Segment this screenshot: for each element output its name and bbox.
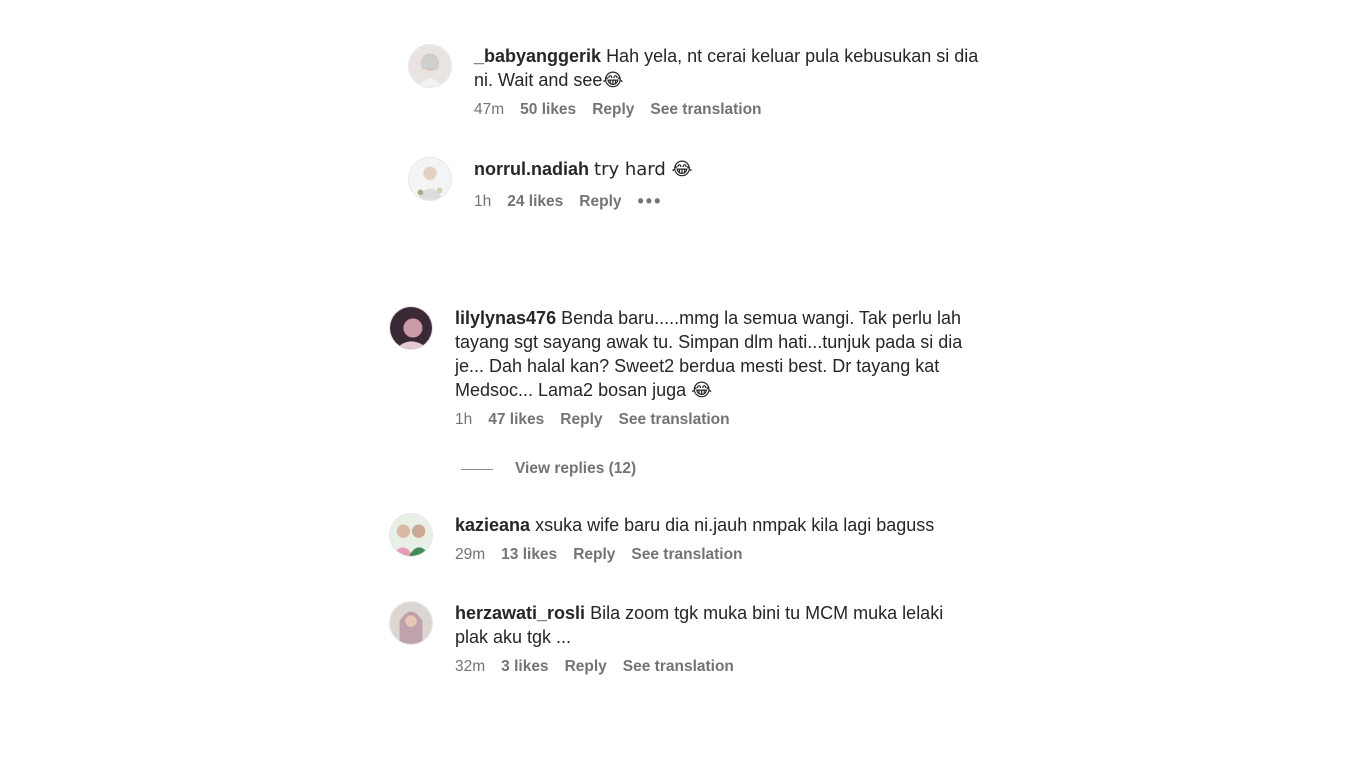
username-link[interactable]: kazieana bbox=[455, 515, 530, 535]
username-link[interactable]: lilylynas476 bbox=[455, 308, 556, 328]
view-replies-divider bbox=[461, 468, 493, 470]
comment-meta: 1h 24 likes Reply ••• bbox=[474, 191, 994, 212]
avatar-image bbox=[390, 602, 432, 644]
likes-count[interactable]: 13 likes bbox=[501, 546, 557, 564]
avatar[interactable] bbox=[389, 513, 433, 557]
comment-meta: 47m 50 likes Reply See translation bbox=[474, 101, 994, 119]
avatar-image bbox=[390, 307, 432, 349]
comment-body: norrul.nadiah try hard 😂 1h 24 likes Rep… bbox=[474, 157, 994, 212]
comment-meta: 29m 13 likes Reply See translation bbox=[455, 546, 975, 564]
username-link[interactable]: norrul.nadiah bbox=[474, 159, 589, 179]
comment-text-block: _babyanggerik Hah yela, nt cerai keluar … bbox=[474, 44, 994, 92]
username-link[interactable]: herzawati_rosli bbox=[455, 603, 585, 623]
comment-body: kazieana xsuka wife baru dia ni.jauh nmp… bbox=[455, 513, 975, 564]
avatar-image bbox=[409, 45, 451, 87]
comment-time: 1h bbox=[474, 192, 492, 210]
more-options-icon[interactable]: ••• bbox=[638, 191, 663, 212]
reply-button[interactable]: Reply bbox=[573, 546, 615, 564]
comment-body: _babyanggerik Hah yela, nt cerai keluar … bbox=[474, 44, 994, 119]
likes-count[interactable]: 47 likes bbox=[488, 411, 544, 429]
reply-button[interactable]: Reply bbox=[560, 411, 602, 429]
avatar[interactable] bbox=[408, 157, 452, 201]
comment-meta: 32m 3 likes Reply See translation bbox=[455, 658, 975, 676]
comment-text-block: norrul.nadiah try hard 😂 bbox=[474, 157, 994, 182]
username-link[interactable]: _babyanggerik bbox=[474, 46, 601, 66]
see-translation-button[interactable]: See translation bbox=[650, 101, 761, 119]
view-replies-label: View replies (12) bbox=[515, 460, 637, 477]
comment-time: 1h bbox=[455, 411, 473, 428]
comment-text-block: lilylynas476 Benda baru.....mmg la semua… bbox=[455, 306, 975, 402]
comment-time: 32m bbox=[455, 658, 486, 675]
view-replies-button[interactable]: View replies (12) bbox=[461, 460, 636, 478]
avatar[interactable] bbox=[389, 306, 433, 350]
see-translation-button[interactable]: See translation bbox=[619, 411, 730, 429]
avatar[interactable] bbox=[389, 601, 433, 645]
reply-button[interactable]: Reply bbox=[592, 101, 634, 119]
reply-button[interactable]: Reply bbox=[579, 193, 621, 211]
avatar-image bbox=[409, 158, 451, 200]
likes-count[interactable]: 50 likes bbox=[520, 101, 576, 119]
see-translation-button[interactable]: See translation bbox=[631, 546, 742, 564]
avatar-image bbox=[390, 514, 432, 556]
comment-text: try hard 😂 bbox=[594, 159, 693, 180]
comment-text: xsuka wife baru dia ni.jauh nmpak kila l… bbox=[535, 515, 935, 535]
reply-button[interactable]: Reply bbox=[565, 658, 607, 676]
comment-time: 47m bbox=[474, 101, 505, 118]
see-translation-button[interactable]: See translation bbox=[623, 658, 734, 676]
comment-text-block: herzawati_rosli Bila zoom tgk muka bini … bbox=[455, 601, 975, 649]
avatar[interactable] bbox=[408, 44, 452, 88]
likes-count[interactable]: 3 likes bbox=[501, 658, 548, 676]
comment-body: lilylynas476 Benda baru.....mmg la semua… bbox=[455, 306, 975, 429]
comment-meta: 1h 47 likes Reply See translation bbox=[455, 411, 975, 429]
likes-count[interactable]: 24 likes bbox=[507, 193, 563, 211]
comment-body: herzawati_rosli Bila zoom tgk muka bini … bbox=[455, 601, 975, 676]
comment-text-block: kazieana xsuka wife baru dia ni.jauh nmp… bbox=[455, 513, 975, 537]
comment-time: 29m bbox=[455, 546, 486, 563]
